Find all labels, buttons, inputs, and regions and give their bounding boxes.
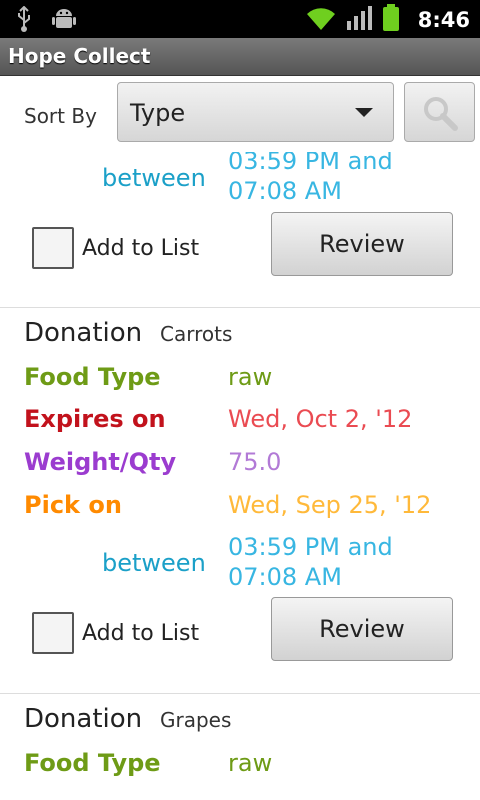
pick-on-label: Pick on bbox=[24, 491, 122, 519]
search-icon bbox=[424, 97, 458, 131]
expires-label: Expires on bbox=[24, 405, 166, 433]
sort-selected-value: Type bbox=[130, 99, 186, 127]
app-title: Hope Collect bbox=[8, 44, 151, 68]
food-type-value: raw bbox=[228, 363, 273, 391]
list-item: Donation Grapes Food Type raw bbox=[0, 694, 480, 800]
list-item: between 03:59 PM and 07:08 AM Add to Lis… bbox=[0, 152, 480, 307]
between-label: between bbox=[102, 549, 206, 577]
chevron-down-icon bbox=[355, 108, 373, 117]
search-button[interactable] bbox=[404, 82, 475, 142]
weight-label: Weight/Qty bbox=[24, 448, 177, 476]
usb-icon bbox=[16, 5, 32, 36]
between-label: between bbox=[102, 164, 206, 192]
add-to-list-label: Add to List bbox=[82, 621, 200, 646]
pickup-time-range: 03:59 PM and 07:08 AM bbox=[228, 152, 393, 205]
sort-by-label: Sort By bbox=[24, 104, 97, 128]
status-time: 8:46 bbox=[417, 8, 470, 32]
food-type-value: raw bbox=[228, 749, 273, 777]
review-button[interactable]: Review bbox=[271, 597, 453, 661]
weight-value: 75.0 bbox=[228, 448, 282, 476]
donation-label: Donation bbox=[24, 318, 143, 348]
add-to-list-checkbox[interactable] bbox=[32, 227, 74, 269]
android-debug-icon bbox=[52, 6, 76, 36]
add-to-list-label: Add to List bbox=[82, 236, 200, 261]
sort-dropdown[interactable]: Type bbox=[117, 82, 394, 142]
donation-list[interactable]: between 03:59 PM and 07:08 AM Add to Lis… bbox=[0, 152, 480, 800]
food-type-label: Food Type bbox=[24, 749, 161, 777]
review-button[interactable]: Review bbox=[271, 212, 453, 276]
add-to-list-checkbox[interactable] bbox=[32, 612, 74, 654]
donation-name: Carrots bbox=[160, 322, 233, 346]
food-type-label: Food Type bbox=[24, 363, 161, 391]
wifi-icon bbox=[306, 5, 336, 35]
pick-on-value: Wed, Sep 25, '12 bbox=[228, 491, 432, 519]
expires-value: Wed, Oct 2, '12 bbox=[228, 405, 413, 433]
status-bar: 8:46 bbox=[0, 0, 480, 38]
donation-name: Grapes bbox=[160, 708, 232, 732]
pickup-time-range: 03:59 PM and 07:08 AM bbox=[228, 533, 393, 591]
signal-icon bbox=[346, 5, 372, 35]
title-bar: Hope Collect bbox=[0, 38, 480, 76]
battery-icon bbox=[382, 4, 400, 36]
sort-bar: Sort By Type bbox=[0, 76, 480, 152]
donation-label: Donation bbox=[24, 704, 143, 734]
list-item: Donation Carrots Food Type raw Expires o… bbox=[0, 308, 480, 693]
